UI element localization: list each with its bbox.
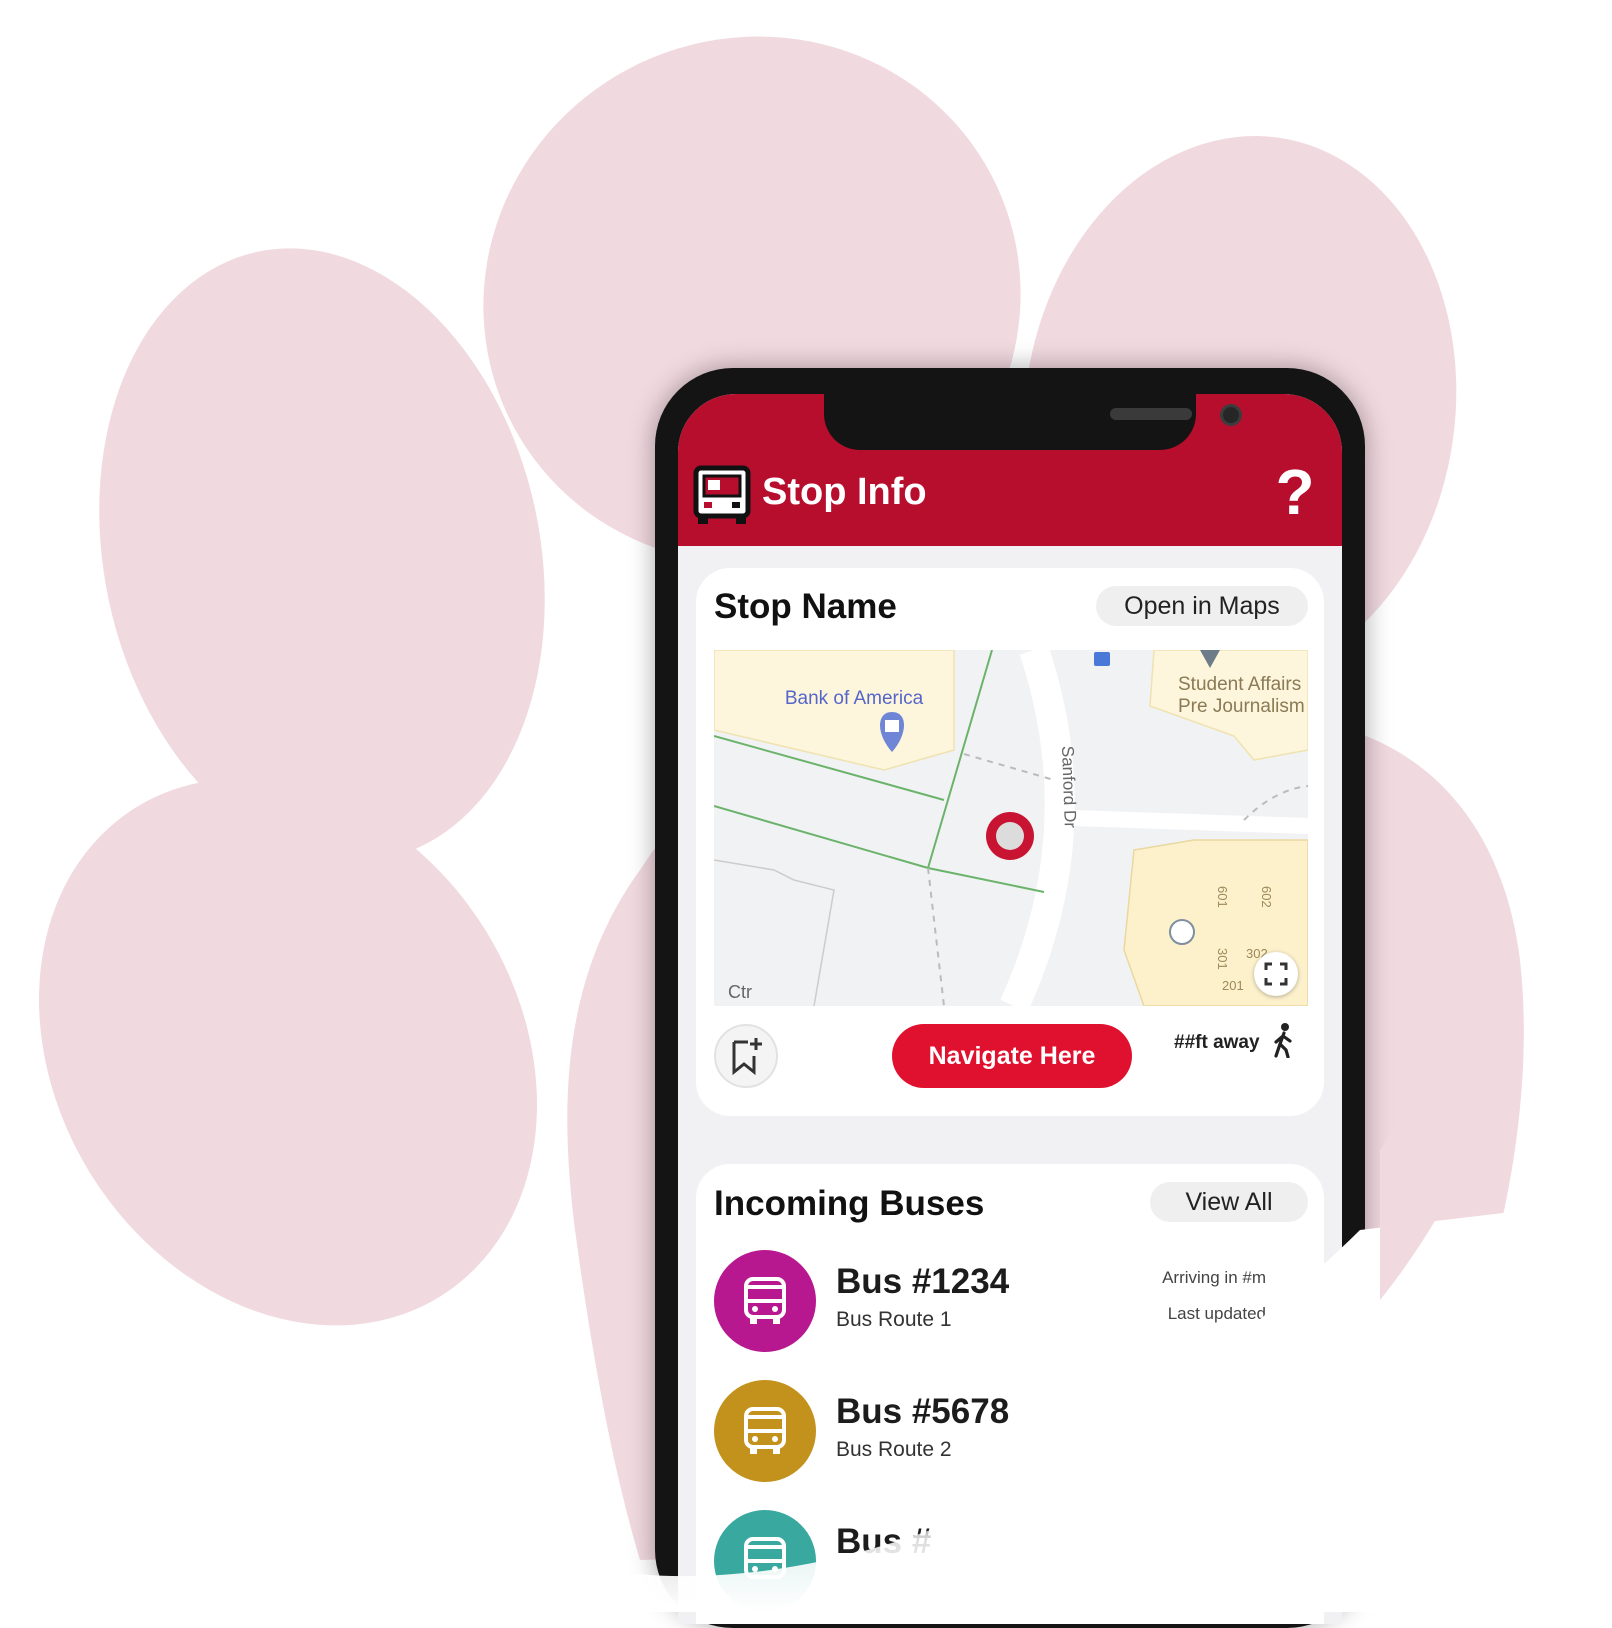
arrival-time: Arriving in #m xyxy=(1162,1268,1266,1287)
map-label-601: 601 xyxy=(1215,886,1230,908)
bus-route-badge xyxy=(714,1250,816,1352)
bus-route: Bus Route 1 xyxy=(836,1308,952,1331)
bus-list-item[interactable]: Bus # xyxy=(696,1510,1324,1614)
bus-icon xyxy=(744,1277,786,1324)
map-label-ctr: Ctr xyxy=(728,982,752,1002)
incoming-buses-card: Incoming Buses View All Bus #1234 Bus Ro… xyxy=(696,1164,1324,1624)
bus-list-item[interactable]: Bus #5678 Bus Route 2 xyxy=(696,1380,1324,1484)
bus-icon xyxy=(744,1537,786,1579)
bus-stop-logo-icon xyxy=(693,465,751,524)
bus-icon xyxy=(744,1407,786,1454)
last-updated: Last updated xyxy=(1167,1304,1266,1323)
map-label-journalism: Pre Journalism xyxy=(1178,696,1305,717)
expand-map-button[interactable] xyxy=(1254,952,1298,996)
map-block-bank xyxy=(714,650,955,771)
incoming-buses-title: Incoming Buses xyxy=(714,1184,985,1223)
map-path-dashed-2 xyxy=(963,753,1055,781)
map-label-street: Sanford Dr xyxy=(1058,745,1080,828)
stop-name-title: Stop Name xyxy=(714,587,897,626)
distance-text: ##ft away xyxy=(1174,1032,1260,1053)
speaker-grille xyxy=(1110,408,1192,420)
view-all-button[interactable]: View All xyxy=(1150,1182,1308,1222)
open-in-maps-button[interactable]: Open in Maps xyxy=(1096,586,1308,626)
map-graphic: Bank of America Student Affairs Pre Jour… xyxy=(714,650,1308,1006)
bus-number: Bus #1234 xyxy=(836,1262,1010,1301)
bus-number: Bus # xyxy=(836,1522,932,1561)
bus-number: Bus #5678 xyxy=(836,1392,1010,1431)
stop-info-card: Stop Name Open in Maps Bank of America S… xyxy=(696,568,1324,1116)
navigate-here-button[interactable]: Navigate Here xyxy=(892,1024,1132,1088)
bus-route: Bus Route 2 xyxy=(836,1438,952,1461)
map-road-side xyxy=(1073,810,1308,834)
paw-toe-left xyxy=(38,778,538,1326)
help-button[interactable]: ? xyxy=(1270,452,1320,532)
app-bar: Stop Info ? xyxy=(678,394,1342,546)
app-title: Stop Info xyxy=(762,471,927,513)
map-path-dashed-3 xyxy=(1243,785,1308,821)
transit-marker xyxy=(1094,652,1110,666)
phone-notch xyxy=(824,394,1242,450)
expand-map-icon xyxy=(1264,962,1288,986)
map-path-dashed xyxy=(927,867,945,1006)
stop-map[interactable]: Bank of America Student Affairs Pre Jour… xyxy=(714,650,1308,1006)
bus-route-badge xyxy=(714,1380,816,1482)
phone-screen: Stop Info ? Stop Name Open in Maps Bank … xyxy=(678,394,1342,1624)
map-label-201: 201 xyxy=(1222,978,1244,993)
map-label-bank: Bank of America xyxy=(785,688,924,709)
save-stop-button[interactable] xyxy=(714,1024,778,1088)
stop-marker-icon xyxy=(986,812,1034,860)
map-label-301: 301 xyxy=(1215,948,1230,970)
bus-route-badge xyxy=(714,1510,816,1612)
front-camera xyxy=(1220,404,1242,426)
map-label-student-affairs: Student Affairs xyxy=(1178,674,1301,695)
bus-list-item[interactable]: Bus #1234 Bus Route 1 Arriving in #m Las… xyxy=(696,1250,1324,1354)
entrance-marker xyxy=(1169,919,1195,945)
map-label-602: 602 xyxy=(1259,886,1274,908)
walking-icon xyxy=(1274,1023,1292,1058)
bookmark-add-icon xyxy=(732,1038,762,1076)
